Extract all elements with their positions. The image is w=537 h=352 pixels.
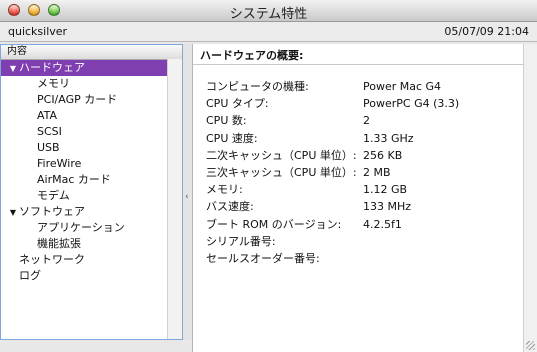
spec-row: コンピュータの機種: Power Mac G4 [206,79,526,95]
spec-value: 2 MB [363,166,391,179]
sidebar-item[interactable]: ▼ ハードウェア [1,60,168,76]
sidebar-item[interactable]: ATA [1,108,182,124]
sidebar-scrollbar[interactable] [167,59,182,339]
sidebar-item[interactable]: ▼ ソフトウェア [1,204,182,220]
title-bar: システム特性 [0,0,537,22]
sidebar-item-label: SCSI [37,125,62,138]
sidebar-item-label: USB [37,141,60,154]
sidebar-item-label: ログ [19,269,41,282]
spec-row: バス速度: 133 MHz [206,199,526,215]
split-view-divider[interactable]: ‹ [183,44,192,340]
date-time: 05/07/09 21:04 [444,25,529,38]
sidebar-item-label: FireWire [37,157,82,170]
spec-label: シリアル番号: [206,234,276,248]
sidebar-item-label: メモリ [37,77,70,90]
window-bottom-strip [0,340,192,352]
spec-row: 三次キャッシュ（CPU 単位）: 2 MB [206,165,526,181]
spec-row: メモリ: 1.12 GB [206,182,526,198]
sidebar-item-label: PCI/AGP カード [37,93,118,106]
spec-value: 1.33 GHz [363,131,414,145]
sidebar-item[interactable]: ログ [1,268,182,284]
sidebar-item-label: 機能拡張 [37,237,81,250]
sidebar-column-header[interactable]: 内容 [1,45,182,60]
disclosure-triangle-icon[interactable]: ▼ [7,61,19,77]
sidebar-item-label: AirMac カード [37,173,111,186]
info-bar: quicksilver 05/07/09 21:04 [0,22,537,42]
sidebar-item[interactable]: USB [1,140,182,156]
sidebar-item-label: モデム [37,189,70,202]
hardware-overview-heading: ハードウェアの概要: [200,49,304,62]
sidebar-item-label: ATA [37,109,58,122]
spec-value: 2 [363,114,370,128]
divider-handle-icon: ‹ [185,192,189,202]
spec-label: メモリ: [206,183,243,197]
computer-name: quicksilver [8,25,68,38]
spec-value: Power Mac G4 [363,80,442,93]
spec-label: ブート ROM のバージョン: [206,217,342,231]
sidebar-item-label: ハードウェア [19,61,85,74]
heading-divider [193,64,537,65]
spec-value: PowerPC G4 (3.3) [363,97,460,111]
spec-label: 二次キャッシュ（CPU 単位）: [206,148,357,162]
resize-grip-icon[interactable] [526,341,535,350]
window-title: システム特性 [229,7,308,22]
sidebar-item[interactable]: SCSI [1,124,182,140]
sidebar-item[interactable]: AirMac カード [1,172,182,188]
sidebar-item-label: ソフトウェア [19,205,85,218]
sidebar-item[interactable]: アプリケーション [1,220,182,236]
spec-label: バス速度: [206,200,254,214]
sidebar-item[interactable]: FireWire [1,156,182,172]
spec-row: シリアル番号: [206,234,526,250]
detail-scrollbar[interactable] [523,44,537,352]
sidebar-item[interactable]: メモリ [1,76,182,92]
spec-row: CPU 数: 2 [206,113,526,129]
sidebar-item-label: ネットワーク [19,253,85,266]
sidebar-item[interactable]: PCI/AGP カード [1,92,182,108]
contents-sidebar: 内容 ▼ ハードウェア メモリ PCI/AGP カード ATA SCSI USB FireWi… [0,44,183,340]
category-tree: ▼ ハードウェア メモリ PCI/AGP カード ATA SCSI USB FireWire A… [1,60,182,284]
spec-value: 1.12 GB [363,183,408,197]
detail-pane: ハードウェアの概要: コンピュータの機種: Power Mac G4 CPU タイプ… [192,44,537,352]
spec-label: 三次キャッシュ（CPU 単位）: [206,166,357,179]
spec-row: ブート ROM のバージョン: 4.2.5f1 [206,217,526,233]
sidebar-item[interactable]: 機能拡張 [1,236,182,252]
spec-row: CPU タイプ: PowerPC G4 (3.3) [206,96,526,112]
spec-row: 二次キャッシュ（CPU 単位）: 256 KB [206,148,526,164]
sidebar-item[interactable]: ネットワーク [1,252,182,268]
spec-label: セールスオーダー番号: [206,252,320,265]
spec-label: CPU 数: [206,114,247,128]
sidebar-item[interactable]: モデム [1,188,182,204]
spec-value: 4.2.5f1 [363,217,402,231]
spec-row: CPU 速度: 1.33 GHz [206,131,526,147]
spec-value: 256 KB [363,148,403,162]
spec-value: 133 MHz [363,200,412,214]
spec-label: CPU 速度: [206,131,258,145]
sidebar-item-label: アプリケーション [37,221,125,234]
disclosure-triangle-icon[interactable]: ▼ [7,205,19,221]
spec-label: コンピュータの機種: [206,80,309,93]
spec-row: セールスオーダー番号: [206,251,526,267]
spec-label: CPU タイプ: [206,97,269,111]
